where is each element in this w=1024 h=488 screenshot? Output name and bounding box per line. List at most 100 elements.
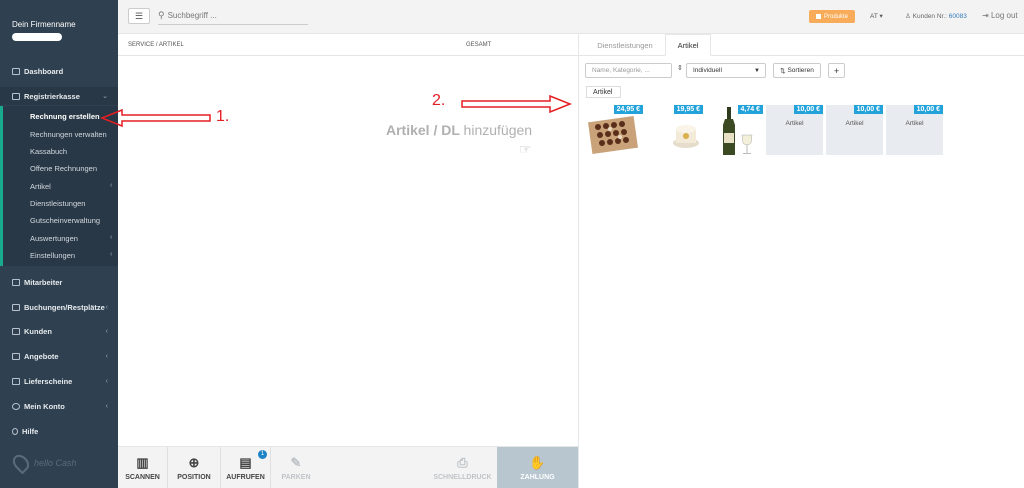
chevron-down-icon: ⌄ — [102, 93, 108, 100]
produkte-button[interactable]: Produkte — [809, 10, 855, 23]
printer-icon: ⎙ — [457, 455, 468, 470]
sidebar-subitem-kassabuch[interactable]: Kassabuch — [30, 147, 67, 156]
chevron-left-icon: ‹ — [105, 352, 108, 360]
annotation-step-1: 1. — [216, 108, 230, 125]
article-filter-input[interactable]: Name, Kategorie, ... — [585, 63, 672, 78]
sort-direction-icon[interactable]: ⇕ — [677, 64, 683, 72]
zahlung-button[interactable]: ✋ ZAHLUNG — [497, 447, 578, 488]
price-badge: 19,95 € — [673, 105, 703, 114]
customers-icon — [12, 327, 20, 335]
caret-down-icon: ▼ — [754, 67, 760, 74]
sort-icon: ⇅ — [780, 67, 786, 75]
price-badge: 10,00 € — [913, 105, 943, 114]
company-name: Dein Firmenname — [12, 20, 76, 29]
price-badge: 10,00 € — [853, 105, 883, 114]
dashboard-icon — [12, 67, 20, 75]
sidebar-item-mitarbeiter[interactable]: Mitarbeiter — [0, 273, 118, 291]
caret-down-icon: ▾ — [879, 13, 883, 20]
sort-mode-select[interactable]: Individuell ▼ — [686, 63, 766, 78]
sidebar-item-registrierkasse[interactable]: Registrierkasse ⌄ — [0, 87, 118, 105]
registrierkasse-submenu: Rechnung erstellen Rechnungen verwalten … — [0, 106, 118, 266]
article-tile-cake[interactable]: 19,95 € — [646, 105, 703, 155]
add-items-hint: Artikel / DL hinzufügen — [386, 122, 533, 138]
logout-icon: ⇥ — [982, 11, 989, 20]
menu-toggle-button[interactable]: ☰ — [128, 8, 150, 24]
user-circle-icon — [12, 402, 20, 410]
sidebar-subitem-gutscheinverwaltung[interactable]: Gutscheinverwaltung — [30, 216, 100, 225]
price-badge: 4,74 € — [737, 105, 763, 114]
annotation-step-2: 2. — [432, 92, 446, 109]
documents-icon: ▤ — [239, 455, 252, 470]
sidebar-subitem-rechnungen-verwalten[interactable]: Rechnungen verwalten — [30, 130, 107, 139]
parken-button[interactable]: ✎ PARKEN — [271, 447, 321, 488]
calendar-icon — [12, 303, 20, 311]
chevron-left-icon: ‹ — [110, 182, 113, 189]
redacted-username — [12, 33, 62, 41]
hand-pointing-icon: ☞ — [519, 141, 532, 157]
box-icon — [815, 14, 821, 19]
price-badge: 10,00 € — [793, 105, 823, 114]
aufrufen-count-badge: 1 — [258, 450, 267, 459]
annotation-arrow-1 — [100, 108, 211, 128]
barcode-icon: ▥ — [136, 455, 149, 470]
plus-circle-icon: ⊕ — [188, 455, 200, 470]
article-label: Artikel — [845, 120, 864, 127]
sidebar-subitem-artikel[interactable]: Artikel ‹ — [30, 182, 112, 191]
top-bar: ☰ ⚲ Suchbegriff ... Produkte AT ▾ ♙ Kunde… — [118, 0, 1024, 34]
sidebar-item-dashboard[interactable]: Dashboard — [0, 62, 118, 80]
article-tile-pralines[interactable]: 24,95 € — [586, 105, 643, 155]
invoice-table-header: SERVICE / ARTIKEL GESAMT — [118, 34, 578, 56]
sidebar-item-lieferscheine[interactable]: Lieferscheine ‹ — [0, 372, 118, 390]
pin-icon: ✎ — [290, 455, 302, 470]
panel-divider — [578, 34, 579, 488]
sidebar-subitem-einstellungen[interactable]: Einstellungen ‹ — [30, 251, 112, 260]
chevron-left-icon: ‹ — [105, 327, 108, 335]
sidebar-item-angebote[interactable]: Angebote ‹ — [0, 347, 118, 365]
search-field[interactable]: ⚲ Suchbegriff ... — [158, 7, 308, 25]
annotation-arrow-2 — [461, 94, 572, 114]
breadcrumb[interactable]: Artikel — [586, 86, 622, 98]
sidebar: Dein Firmenname Dashboard Registrierkass… — [0, 0, 118, 488]
chevron-left-icon: ‹ — [105, 303, 108, 311]
scannen-button[interactable]: ▥ SCANNEN — [118, 447, 168, 488]
sidebar-item-kunden[interactable]: Kunden ‹ — [0, 322, 118, 340]
chevron-left-icon: ‹ — [110, 234, 113, 241]
chevron-left-icon: ‹ — [105, 377, 108, 385]
tab-dienstleistungen[interactable]: Dienstleistungen — [585, 34, 665, 56]
payment-icon: ✋ — [529, 455, 546, 470]
hamburger-icon: ☰ — [134, 11, 144, 21]
article-tile-wine[interactable]: 4,74 € — [706, 105, 763, 155]
language-selector[interactable]: AT ▾ — [870, 12, 883, 20]
column-gesamt: GESAMT — [466, 42, 492, 48]
lightbulb-icon — [12, 427, 18, 435]
users-icon — [12, 278, 20, 286]
tab-artikel[interactable]: Artikel — [665, 34, 711, 56]
article-tile[interactable]: 10,00 € Artikel — [886, 105, 943, 155]
bottom-action-bar: ▥ SCANNEN ⊕ POSITION ▤ AUFRUFEN 1 ✎ PARKEN ⎙… — [118, 446, 578, 488]
sidebar-item-buchungen[interactable]: Buchungen/Restplätze ‹ — [0, 298, 118, 316]
article-tile[interactable]: 10,00 € Artikel — [826, 105, 883, 155]
article-tile[interactable]: 10,00 € Artikel — [766, 105, 823, 155]
sidebar-item-hilfe[interactable]: Hilfe — [0, 422, 118, 440]
position-button[interactable]: ⊕ POSITION — [168, 447, 221, 488]
hellocash-logo: hello Cash — [9, 451, 77, 475]
sidebar-item-mein-konto[interactable]: Mein Konto ‹ — [0, 397, 118, 415]
schnelldruck-button[interactable]: ⎙ SCHNELLDRUCK — [428, 447, 497, 488]
user-icon: ♙ — [905, 13, 911, 20]
add-article-button[interactable]: + — [828, 63, 845, 78]
customer-number: ♙ Kunden Nr.: 60083 — [905, 13, 967, 20]
logout-link[interactable]: ⇥ Log out — [982, 11, 1018, 20]
column-service-artikel: SERVICE / ARTIKEL — [128, 42, 184, 48]
sidebar-subitem-offene-rechnungen[interactable]: Offene Rechnungen — [30, 164, 97, 173]
sortieren-button[interactable]: ⇅ Sortieren — [773, 63, 821, 78]
truck-icon — [12, 377, 20, 385]
article-label: Artikel — [905, 120, 924, 127]
sidebar-subitem-dienstleistungen[interactable]: Dienstleistungen — [30, 199, 85, 208]
chevron-left-icon: ‹ — [110, 251, 113, 258]
sidebar-subitem-auswertungen[interactable]: Auswertungen ‹ — [30, 234, 112, 243]
sidebar-subitem-rechnung-erstellen[interactable]: Rechnung erstellen — [30, 112, 100, 121]
search-icon: ⚲ — [158, 10, 165, 20]
location-pin-icon — [9, 451, 33, 475]
chevron-left-icon: ‹ — [105, 402, 108, 410]
cash-register-icon — [12, 92, 20, 100]
